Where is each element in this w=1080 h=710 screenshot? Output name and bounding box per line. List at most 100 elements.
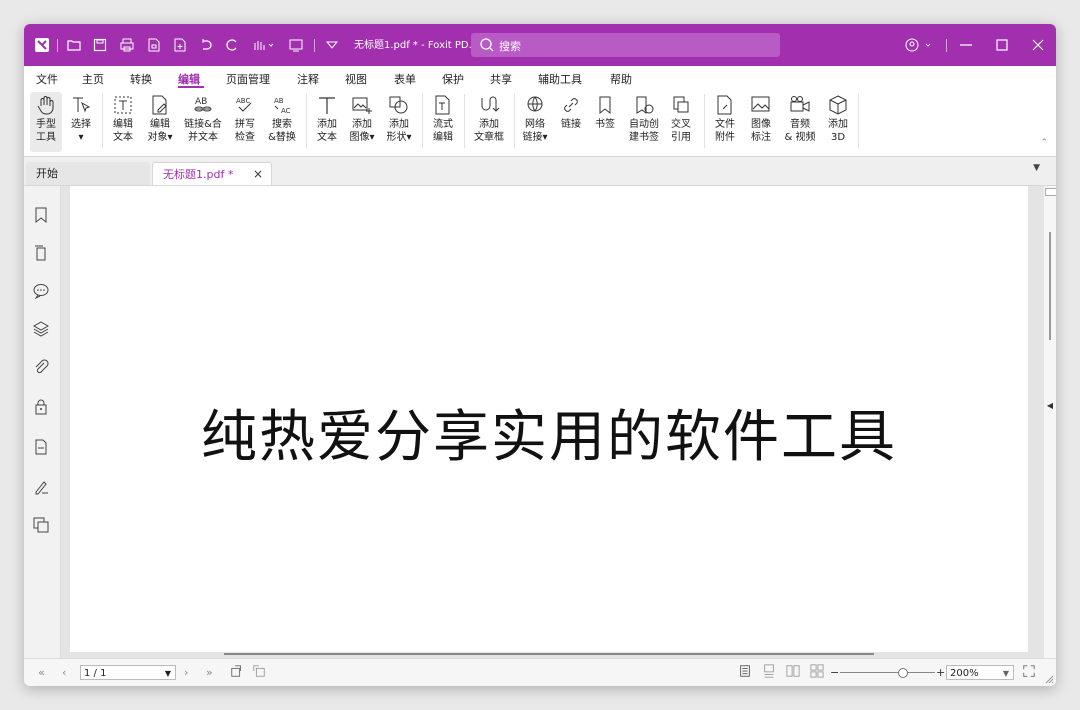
maximize-icon[interactable] xyxy=(992,35,1012,55)
scroll-thumb[interactable] xyxy=(1049,232,1051,340)
zoom-in-icon[interactable]: + xyxy=(936,666,945,679)
next-page-icon[interactable]: › xyxy=(184,666,188,679)
menu-form[interactable]: 表单 xyxy=(394,71,416,87)
flow-edit-label: 流式 编辑 xyxy=(433,119,453,143)
zoom-dropdown-icon[interactable]: ▼ xyxy=(1003,666,1009,681)
add-text-button[interactable]: 添加 文本 xyxy=(312,92,342,152)
vertical-scrollbar[interactable] xyxy=(1044,186,1056,658)
undo-icon[interactable] xyxy=(196,35,216,55)
menu-convert[interactable]: 转换 xyxy=(130,71,152,87)
signatures-panel-icon[interactable] xyxy=(32,478,52,498)
single-page-view-icon[interactable] xyxy=(738,664,752,681)
search-replace-button[interactable]: AB AC 搜索 &替换 xyxy=(264,92,300,152)
spell-check-button[interactable]: ABC 拼写 检查 xyxy=(230,92,260,152)
collapse-ribbon-icon[interactable]: ⌃ xyxy=(1040,138,1048,148)
right-panel-arrow-icon[interactable]: ◀ xyxy=(1047,401,1053,410)
destinations-panel-icon[interactable] xyxy=(32,516,52,536)
zoom-slider-knob[interactable] xyxy=(898,668,908,678)
tab-list-dropdown-icon[interactable]: ▼ xyxy=(1033,163,1040,173)
menu-share[interactable]: 共享 xyxy=(490,71,512,87)
search-replace-label: 搜索 &替换 xyxy=(268,119,296,143)
menu-comment[interactable]: 注释 xyxy=(297,71,319,87)
open-folder-icon[interactable] xyxy=(64,35,84,55)
tab-document-label: 无标题1.pdf * xyxy=(163,168,234,181)
last-page-icon[interactable]: » xyxy=(206,666,213,679)
save-icon[interactable] xyxy=(90,35,110,55)
edit-object-button[interactable]: 编辑 对象▾ xyxy=(142,92,178,152)
select-button[interactable]: 选择 ▾ xyxy=(66,92,96,152)
continuous-view-icon[interactable] xyxy=(762,664,776,681)
menu-home[interactable]: 主页 xyxy=(82,71,104,87)
file-attachment-button[interactable]: 文件 附件 xyxy=(710,92,740,152)
page-number-field[interactable]: 1 / 1 ▼ xyxy=(80,665,176,680)
redo-icon[interactable] xyxy=(222,35,242,55)
rotate-left-icon[interactable] xyxy=(230,664,244,681)
zoom-level-field[interactable]: 200% ▼ xyxy=(946,665,1014,680)
add-image-button[interactable]: 添加 图像▾ xyxy=(346,92,378,152)
customize-dropdown-icon[interactable] xyxy=(322,35,342,55)
menu-accessibility[interactable]: 辅助工具 xyxy=(538,71,582,87)
page-dropdown-icon[interactable]: ▼ xyxy=(165,666,171,681)
zoom-out-icon[interactable]: − xyxy=(830,666,839,679)
attachments-panel-icon[interactable] xyxy=(32,358,52,378)
flow-edit-button[interactable]: 流式 编辑 xyxy=(428,92,458,152)
bookmarks-panel-icon[interactable] xyxy=(32,206,52,226)
menu-view[interactable]: 视图 xyxy=(345,71,367,87)
create-pdf-icon[interactable] xyxy=(170,35,190,55)
add-image-icon xyxy=(346,92,378,118)
tab-document[interactable]: 无标题1.pdf * × xyxy=(152,162,272,185)
menu-protect[interactable]: 保护 xyxy=(442,71,464,87)
link-merge-text-button[interactable]: AB 链接&合 并文本 xyxy=(180,92,226,152)
security-panel-icon[interactable] xyxy=(32,398,52,418)
layers-panel-icon[interactable] xyxy=(32,320,52,340)
previous-page-icon[interactable]: ‹ xyxy=(62,666,66,679)
bookmark-label: 书签 xyxy=(595,119,615,130)
edit-text-button[interactable]: 编辑 文本 xyxy=(108,92,138,152)
svg-text:AC: AC xyxy=(281,107,291,115)
image-annotation-button[interactable]: 图像 标注 xyxy=(746,92,776,152)
scroll-split-handle[interactable] xyxy=(1045,188,1056,196)
tab-close-icon[interactable]: × xyxy=(253,163,263,186)
add-textbox-button[interactable]: 添加 文章框 xyxy=(470,92,508,152)
add-3d-button[interactable]: 添加 3D xyxy=(824,92,852,152)
menu-help[interactable]: 帮助 xyxy=(610,71,632,87)
menu-page-management[interactable]: 页面管理 xyxy=(226,71,270,87)
search-box[interactable]: 搜索 xyxy=(471,33,780,57)
foxit-logo-icon xyxy=(32,35,52,55)
hand-tool-button[interactable]: 手型 工具 xyxy=(30,92,62,152)
content-panel-icon[interactable] xyxy=(32,438,52,458)
continuous-facing-view-icon[interactable] xyxy=(810,664,824,681)
add-shape-button[interactable]: 添加 形状▾ xyxy=(382,92,416,152)
file-attachment-icon xyxy=(710,92,740,118)
cross-reference-button[interactable]: 交叉 引用 xyxy=(666,92,696,152)
fullscreen-icon[interactable] xyxy=(1022,664,1036,681)
tab-home[interactable]: 开始 xyxy=(26,162,150,185)
hand-dropdown-icon[interactable] xyxy=(249,35,277,55)
facing-view-icon[interactable] xyxy=(786,664,800,681)
comments-panel-icon[interactable] xyxy=(32,282,52,302)
resize-grip-icon[interactable] xyxy=(1044,674,1054,684)
first-page-icon[interactable]: « xyxy=(38,666,45,679)
minimize-icon[interactable] xyxy=(956,35,976,55)
screenshot-icon[interactable] xyxy=(286,35,306,55)
web-link-button[interactable]: 网络 链接▾ xyxy=(518,92,552,152)
zoom-slider[interactable] xyxy=(840,672,935,673)
audio-video-button[interactable]: 音频 & 视频 xyxy=(780,92,820,152)
spell-check-icon: ABC xyxy=(230,92,260,118)
navigation-panel xyxy=(24,186,61,658)
account-icon[interactable] xyxy=(904,35,934,55)
menu-file[interactable]: 文件 xyxy=(36,71,58,87)
bookmark-button[interactable]: 书签 xyxy=(590,92,620,152)
pages-panel-icon[interactable] xyxy=(32,244,52,264)
auto-bookmark-button[interactable]: 自动创 建书签 xyxy=(624,92,664,152)
menu-edit[interactable]: 编辑 xyxy=(178,71,200,87)
close-icon[interactable] xyxy=(1028,35,1048,55)
horizontal-scrollbar[interactable] xyxy=(224,653,874,655)
rotate-right-icon[interactable] xyxy=(252,664,266,681)
new-document-icon[interactable] xyxy=(144,35,164,55)
document-view: 纯热爱分享实用的软件工具 xyxy=(61,186,1044,658)
print-icon[interactable] xyxy=(117,35,137,55)
link-button[interactable]: 链接 xyxy=(556,92,586,152)
auto-bookmark-label: 自动创 建书签 xyxy=(629,119,659,143)
flow-edit-icon xyxy=(428,92,458,118)
